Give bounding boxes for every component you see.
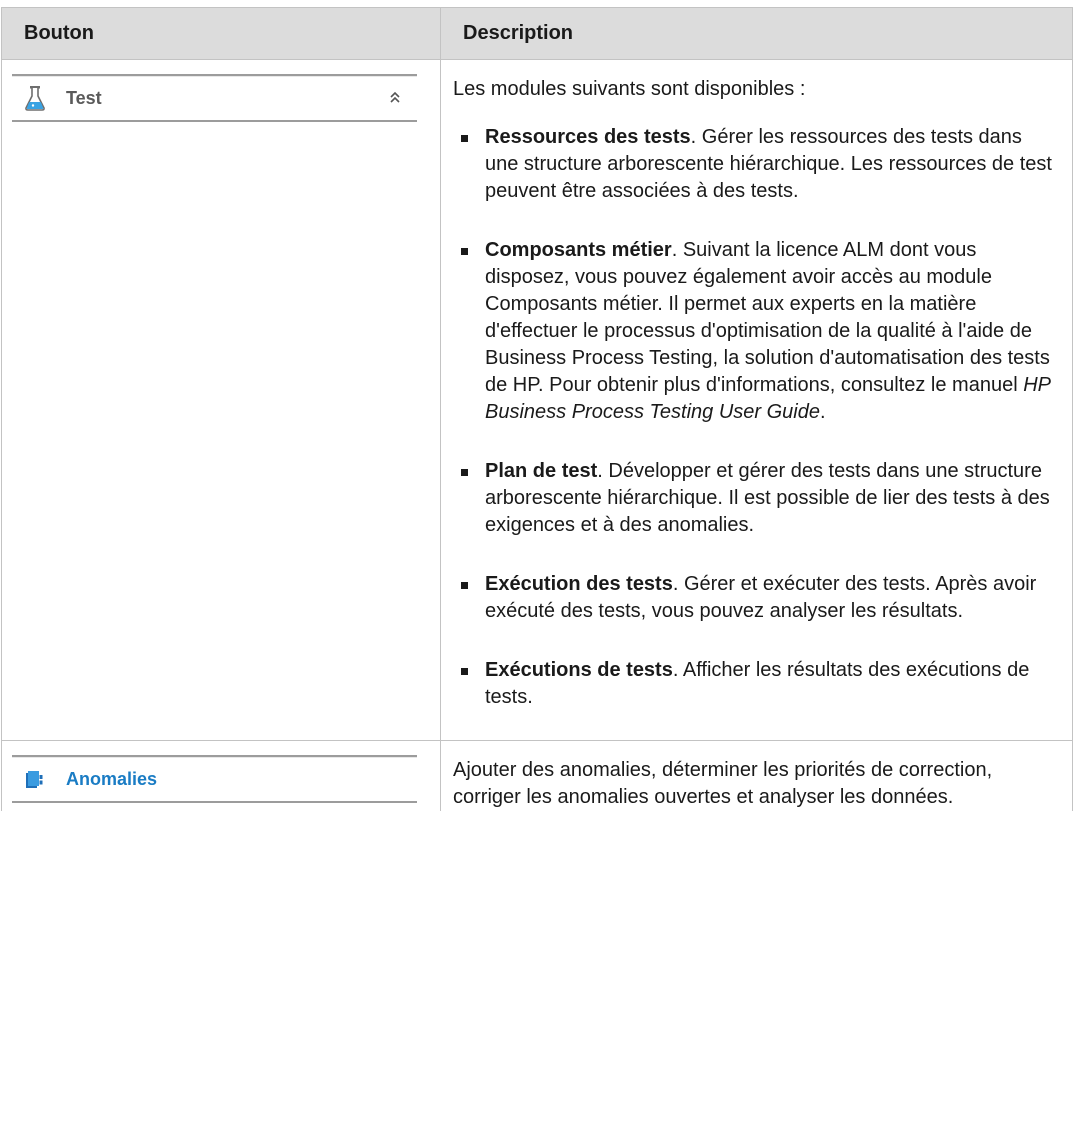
item-term: Ressources des tests [485,126,691,148]
defects-icon [24,766,46,792]
flask-icon [24,85,46,111]
button-cell: Test [1,59,441,741]
list-item: Exécution des tests. Gérer et exécuter d… [453,571,1052,625]
table-row: Test Les modules suivants sont disponibl… [1,59,1073,741]
header-bouton: Bouton [1,7,441,60]
anomalies-module-label: Anomalies [66,768,158,789]
item-tail: . [819,401,826,423]
list-item: Plan de test. Développer et gérer des te… [453,458,1052,539]
module-list: Ressources des tests. Gérer les ressourc… [453,124,1052,711]
item-term: Plan de test [485,460,598,482]
list-item: Ressources des tests. Gérer les ressourc… [453,124,1052,205]
description-cell: Les modules suivants sont disponibles : … [440,59,1073,741]
bullet-icon [461,135,468,142]
item-text: . Suivant la licence ALM dont vous dispo… [485,239,1050,396]
intro-text: Les modules suivants sont disponibles : [453,78,806,100]
bullet-icon [461,469,468,476]
test-module-label: Test [66,87,102,108]
list-item: Composants métier. Suivant la licence AL… [453,237,1052,426]
module-table: Bouton Description Test Les modules suiv… [1,7,1073,811]
button-cell: Anomalies [1,740,441,811]
item-term: Exécution des tests [485,573,673,595]
bullet-icon [461,248,468,255]
item-term: Composants métier [485,239,672,261]
list-item: Exécutions de tests. Afficher les résult… [453,657,1052,711]
header-description: Description [440,7,1073,60]
table-row: Anomalies Ajouter des anomalies, détermi… [1,740,1073,811]
table-header-row: Bouton Description [1,7,1073,60]
anomalies-module-button[interactable]: Anomalies [12,755,417,803]
anomalies-description: Ajouter des anomalies, déterminer les pr… [453,759,993,808]
description-cell: Ajouter des anomalies, déterminer les pr… [440,740,1073,811]
bullet-icon [461,668,468,675]
bullet-icon [461,582,468,589]
test-module-button[interactable]: Test [12,74,417,122]
chevrons-up-icon[interactable] [389,90,401,106]
item-term: Exécutions de tests [485,659,673,681]
